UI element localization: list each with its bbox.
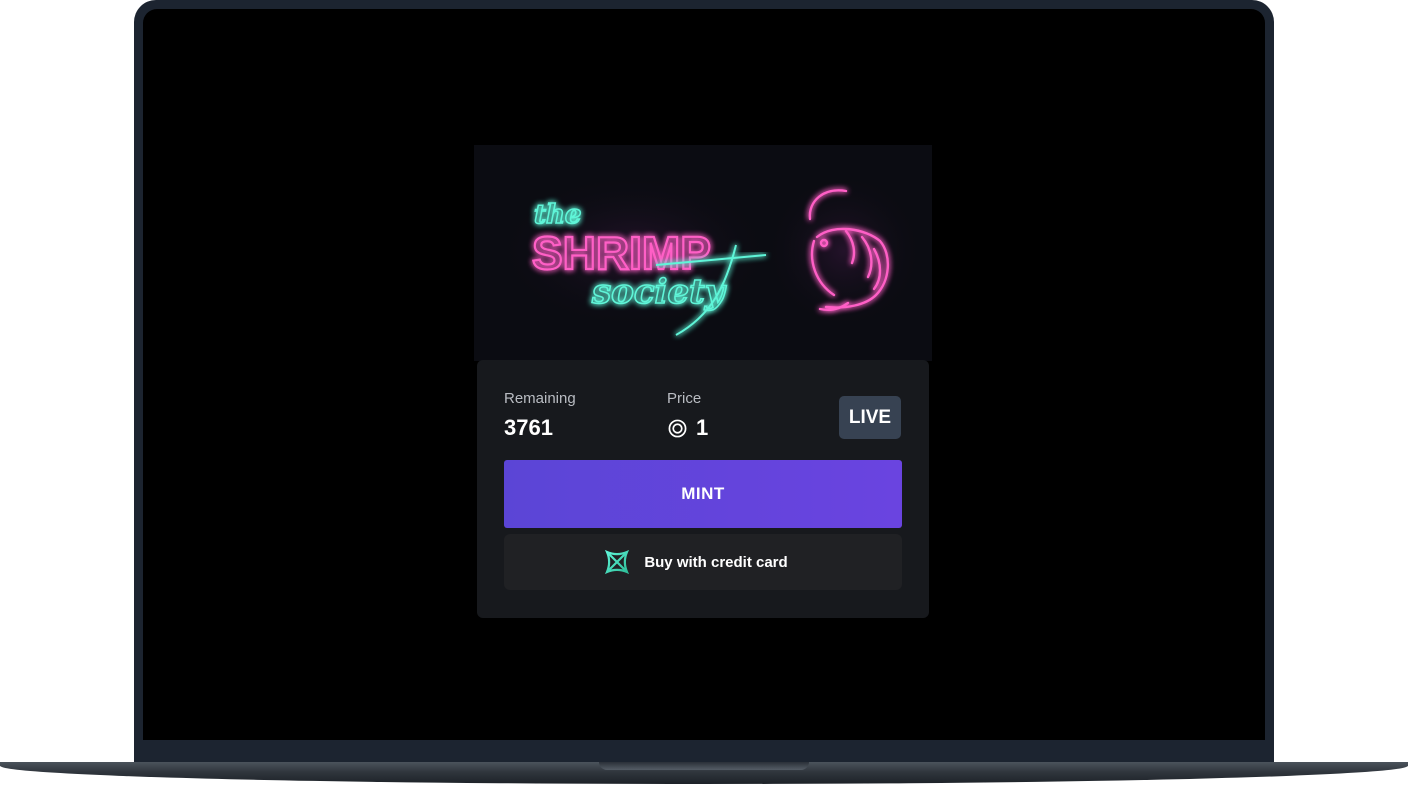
remaining-label: Remaining bbox=[504, 390, 576, 407]
crossmint-icon bbox=[605, 549, 630, 575]
logo-word-the: the bbox=[534, 200, 581, 230]
logo-word-society: society bbox=[591, 272, 727, 312]
laptop-frame: the SHRIMP society Remaining 3761 Price … bbox=[0, 0, 1408, 785]
buy-with-credit-card-button[interactable]: Buy with credit card bbox=[504, 534, 902, 590]
credit-card-button-label: Buy with credit card bbox=[644, 553, 788, 571]
live-status-badge: LIVE bbox=[839, 396, 901, 439]
price-value: 1 bbox=[696, 415, 709, 440]
laptop-lid: the SHRIMP society Remaining 3761 Price … bbox=[134, 0, 1274, 768]
price-label: Price bbox=[667, 390, 702, 407]
laptop-screen: the SHRIMP society Remaining 3761 Price … bbox=[143, 9, 1265, 740]
collection-banner: the SHRIMP society bbox=[474, 145, 932, 361]
remaining-value: 3761 bbox=[504, 415, 553, 440]
shrimp-society-logo: the SHRIMP society bbox=[494, 171, 924, 336]
sol-coin-icon bbox=[668, 419, 687, 438]
mint-button[interactable]: MINT bbox=[504, 460, 902, 528]
mint-card: Remaining 3761 Price 1 LIVE MINT Buy wit… bbox=[477, 360, 929, 618]
laptop-notch bbox=[599, 762, 809, 770]
